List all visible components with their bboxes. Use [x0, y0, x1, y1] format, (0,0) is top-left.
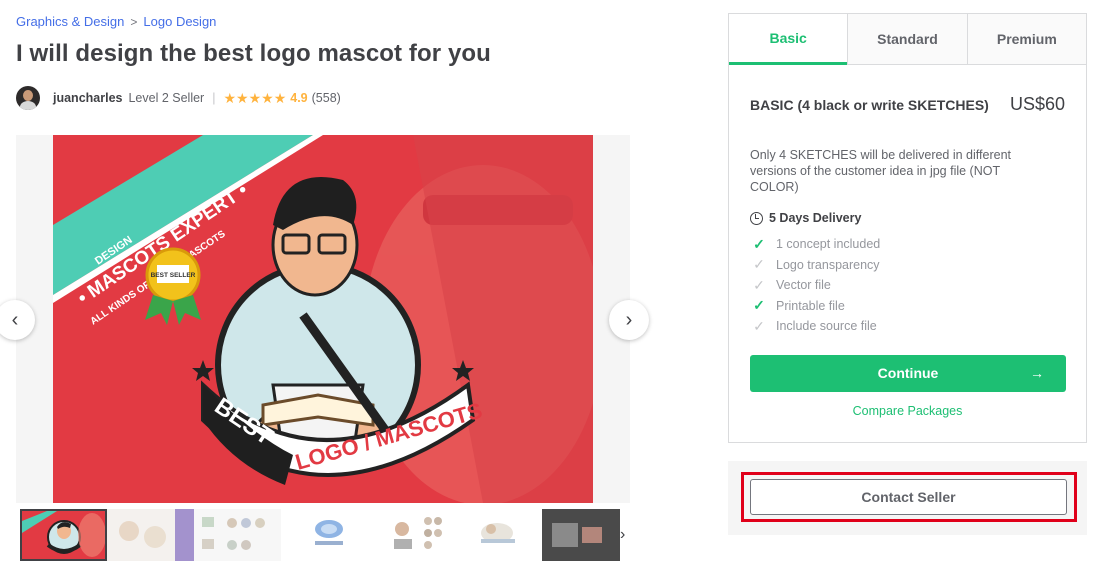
- delivery-time: 5 Days Delivery: [750, 211, 1065, 225]
- list-item: ✓ Logo transparency: [750, 255, 1065, 276]
- feature-label: 1 concept included: [776, 237, 881, 252]
- seller-level: Level 2 Seller: [128, 91, 205, 105]
- divider: |: [212, 91, 216, 105]
- chevron-right-icon: ›: [625, 308, 633, 331]
- feature-label: Logo transparency: [776, 257, 880, 272]
- gallery-thumbnail[interactable]: [281, 509, 368, 561]
- gallery-main-image[interactable]: DESIGN • MASCOTS EXPERT • ALL KINDS OF L…: [53, 135, 593, 503]
- list-item: ✓ 1 concept included: [750, 234, 1065, 255]
- gallery-thumbnail[interactable]: [542, 509, 620, 561]
- contact-seller-button[interactable]: Contact Seller: [750, 479, 1067, 515]
- gallery-thumbnail[interactable]: [368, 509, 455, 561]
- star-rating-icon: ★★★★★: [223, 89, 287, 106]
- check-icon: ✓: [753, 317, 765, 334]
- feature-label: Vector file: [776, 278, 831, 293]
- check-icon: ✓: [753, 297, 765, 314]
- chevron-right-icon: >: [130, 14, 138, 29]
- breadcrumb-category-link[interactable]: Graphics & Design: [16, 14, 124, 29]
- thumbnail-image: [194, 509, 281, 561]
- chevron-right-icon: ›: [620, 526, 626, 543]
- continue-button[interactable]: Continue →: [750, 354, 1066, 392]
- thumbnail-image: [22, 511, 106, 557]
- chevron-left-icon: ‹: [11, 308, 19, 331]
- page-title: I will design the best logo mascot for y…: [16, 40, 491, 67]
- avatar[interactable]: [16, 86, 40, 110]
- check-icon: ✓: [753, 276, 765, 293]
- mascot-artwork: DESIGN • MASCOTS EXPERT • ALL KINDS OF L…: [53, 135, 593, 503]
- check-icon: ✓: [753, 235, 765, 252]
- seller-overview: juancharles Level 2 Seller | ★★★★★ 4.9 (…: [16, 86, 341, 110]
- clock-icon: [750, 211, 763, 225]
- breadcrumb: Graphics & Design > Logo Design: [16, 14, 216, 29]
- gallery-next-button[interactable]: ›: [609, 300, 649, 340]
- compare-packages-link[interactable]: Compare Packages: [750, 404, 1065, 418]
- thumbnail-image: [281, 509, 368, 561]
- thumbnail-image: [368, 509, 455, 561]
- list-item: ✓ Include source file: [750, 316, 1065, 337]
- check-icon: ✓: [753, 256, 765, 273]
- gallery-thumbnail[interactable]: [455, 509, 542, 561]
- review-count-link[interactable]: (558): [312, 91, 341, 105]
- gallery-thumbnail[interactable]: [107, 509, 194, 561]
- arrow-right-icon: →: [1030, 364, 1044, 381]
- package-price: US$60: [1009, 94, 1065, 114]
- thumbnail-image: [455, 509, 542, 561]
- gig-gallery: DESIGN • MASCOTS EXPERT • ALL KINDS OF L…: [16, 135, 630, 503]
- tab-basic[interactable]: Basic: [729, 14, 848, 65]
- tab-premium[interactable]: Premium: [966, 14, 1086, 64]
- tab-standard[interactable]: Standard: [847, 14, 967, 64]
- feature-list: ✓ 1 concept included ✓ Logo transparency ✓…: [750, 234, 1065, 337]
- delivery-label: 5 Days Delivery: [769, 211, 862, 225]
- thumbnails-next-button[interactable]: ›: [620, 509, 632, 561]
- gallery-thumbnails: ›: [20, 509, 632, 561]
- list-item: ✓ Vector file: [750, 275, 1065, 296]
- list-item: ✓ Printable file: [750, 296, 1065, 317]
- breadcrumb-subcategory-link[interactable]: Logo Design: [143, 14, 216, 29]
- thumbnail-image: [107, 509, 194, 561]
- package-tabs: Basic Standard Premium: [729, 14, 1086, 65]
- continue-label: Continue: [877, 365, 939, 381]
- gallery-thumbnail[interactable]: [20, 509, 107, 561]
- gallery-thumbnail[interactable]: [194, 509, 281, 561]
- package-name: BASIC (4 black or write SKETCHES): [750, 96, 989, 113]
- rating-score: 4.9: [290, 91, 308, 105]
- thumbnail-image: [542, 509, 620, 561]
- seller-name-link[interactable]: juancharles: [53, 91, 122, 105]
- package-card: Basic Standard Premium BASIC (4 black or…: [728, 13, 1087, 443]
- feature-label: Include source file: [776, 319, 877, 334]
- package-description: Only 4 SKETCHES will be delivered in dif…: [750, 148, 1011, 194]
- feature-label: Printable file: [776, 298, 845, 313]
- badge-best-seller-text: BEST SELLER: [151, 272, 196, 279]
